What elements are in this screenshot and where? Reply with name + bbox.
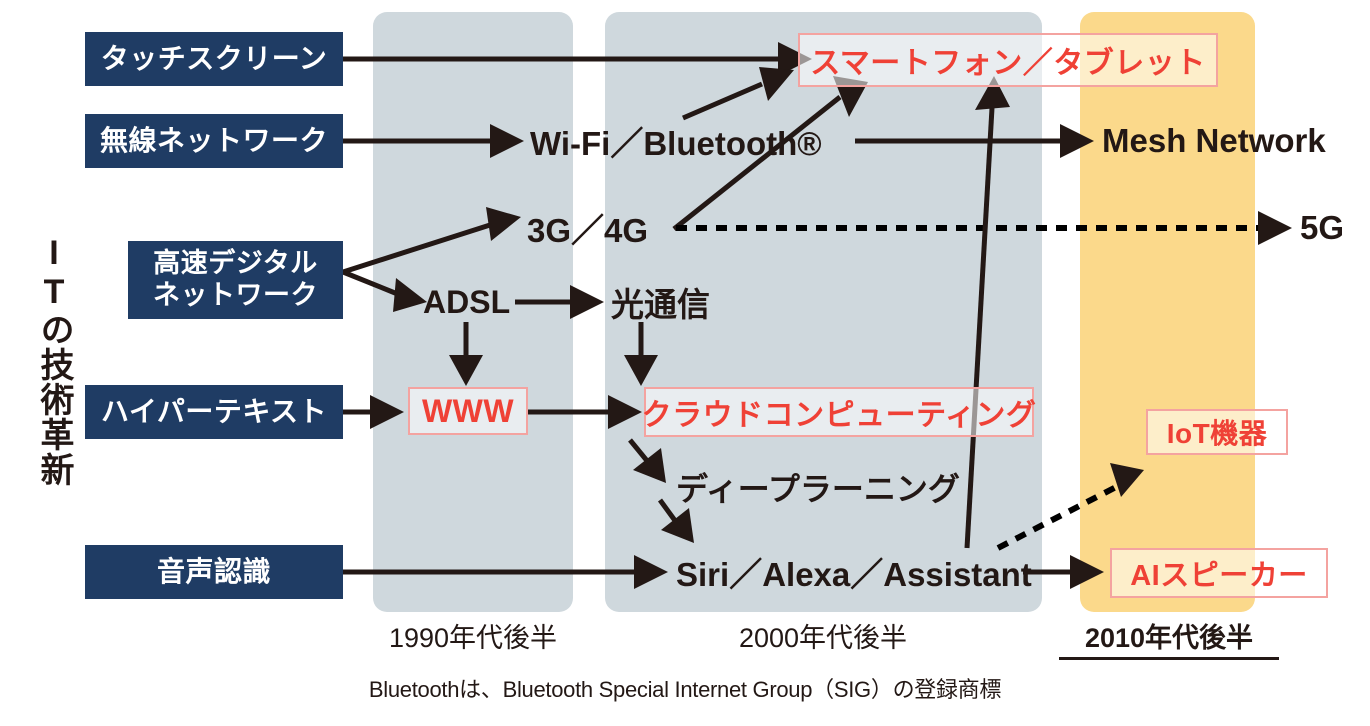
highlight-box-smartphone-tablet-label: スマートフォン／タブレット [810, 47, 1206, 80]
era-label-1990s: 1990年代後半 [388, 623, 558, 653]
highlight-box-ai-speaker-label: AIスピーカー [1130, 560, 1308, 592]
source-box-highspeed-digital-network[interactable]: 高速デジタル ネットワーク [128, 241, 343, 319]
node-5g-label: 5G [1300, 209, 1345, 246]
highlight-box-ai-speaker[interactable]: AIスピーカー [1110, 548, 1328, 598]
node-optical-communication[interactable]: 光通信 [611, 278, 710, 326]
source-box-highspeed-digital-network-label: 高速デジタル ネットワーク [153, 248, 318, 310]
source-box-hypertext[interactable]: ハイパーテキスト [85, 385, 343, 439]
node-deep-learning[interactable]: ディープラーニング [676, 463, 960, 511]
highlight-box-www[interactable]: WWW [408, 387, 528, 435]
source-box-hypertext-label: ハイパーテキスト [100, 396, 328, 428]
source-box-touchscreen[interactable]: タッチスクリーン [85, 32, 343, 86]
highlight-box-iot-devices[interactable]: IoT機器 [1146, 409, 1288, 455]
highlight-box-cloud-computing-label: クラウドコンピューティング [641, 399, 1037, 432]
node-adsl[interactable]: ADSL [423, 280, 510, 325]
era-label-2000s: 2000年代後半 [738, 623, 908, 653]
source-box-touchscreen-label: タッチスクリーン [100, 43, 328, 75]
node-3g-4g-label: 3G／4G [527, 212, 649, 249]
node-mesh-network-label: Mesh Network [1102, 122, 1326, 159]
vertical-axis-title: ITの技術革新 [35, 233, 73, 487]
source-box-voice-recognition[interactable]: 音声認識 [85, 545, 343, 599]
source-box-wireless-network[interactable]: 無線ネットワーク [85, 114, 343, 168]
node-deep-learning-label: ディープラーニング [676, 471, 960, 507]
node-adsl-label: ADSL [423, 284, 511, 320]
node-optical-communication-label: 光通信 [611, 286, 710, 323]
diagram-canvas: ITの技術革新 タッチスクリーン 無線ネットワーク 高速デジタル ネットワーク … [0, 0, 1370, 726]
era-label-2010s: 2010年代後半 [1059, 616, 1279, 660]
node-5g[interactable]: 5G [1300, 204, 1344, 252]
highlight-box-iot-devices-label: IoT機器 [1166, 418, 1268, 449]
era-band-2010s [1080, 12, 1255, 612]
node-mesh-network[interactable]: Mesh Network [1102, 117, 1326, 165]
node-voice-assistants[interactable]: Siri／Alexa／Assistant [676, 548, 1032, 596]
trademark-footnote: Bluetoothは、Bluetooth Special Internet Gr… [368, 677, 1002, 702]
node-voice-assistants-label: Siri／Alexa／Assistant [676, 556, 1032, 593]
node-3g-4g[interactable]: 3G／4G [527, 204, 648, 252]
source-box-wireless-network-label: 無線ネットワーク [99, 125, 328, 157]
highlight-box-www-label: WWW [421, 392, 515, 429]
source-box-voice-recognition-label: 音声認識 [156, 556, 271, 588]
highlight-box-cloud-computing[interactable]: クラウドコンピューティング [641, 387, 1037, 437]
node-wifi-bluetooth[interactable]: Wi-Fi／Bluetooth® [530, 117, 822, 165]
node-wifi-bluetooth-label: Wi-Fi／Bluetooth® [530, 125, 822, 162]
highlight-box-smartphone-tablet[interactable]: スマートフォン／タブレット [798, 33, 1218, 87]
